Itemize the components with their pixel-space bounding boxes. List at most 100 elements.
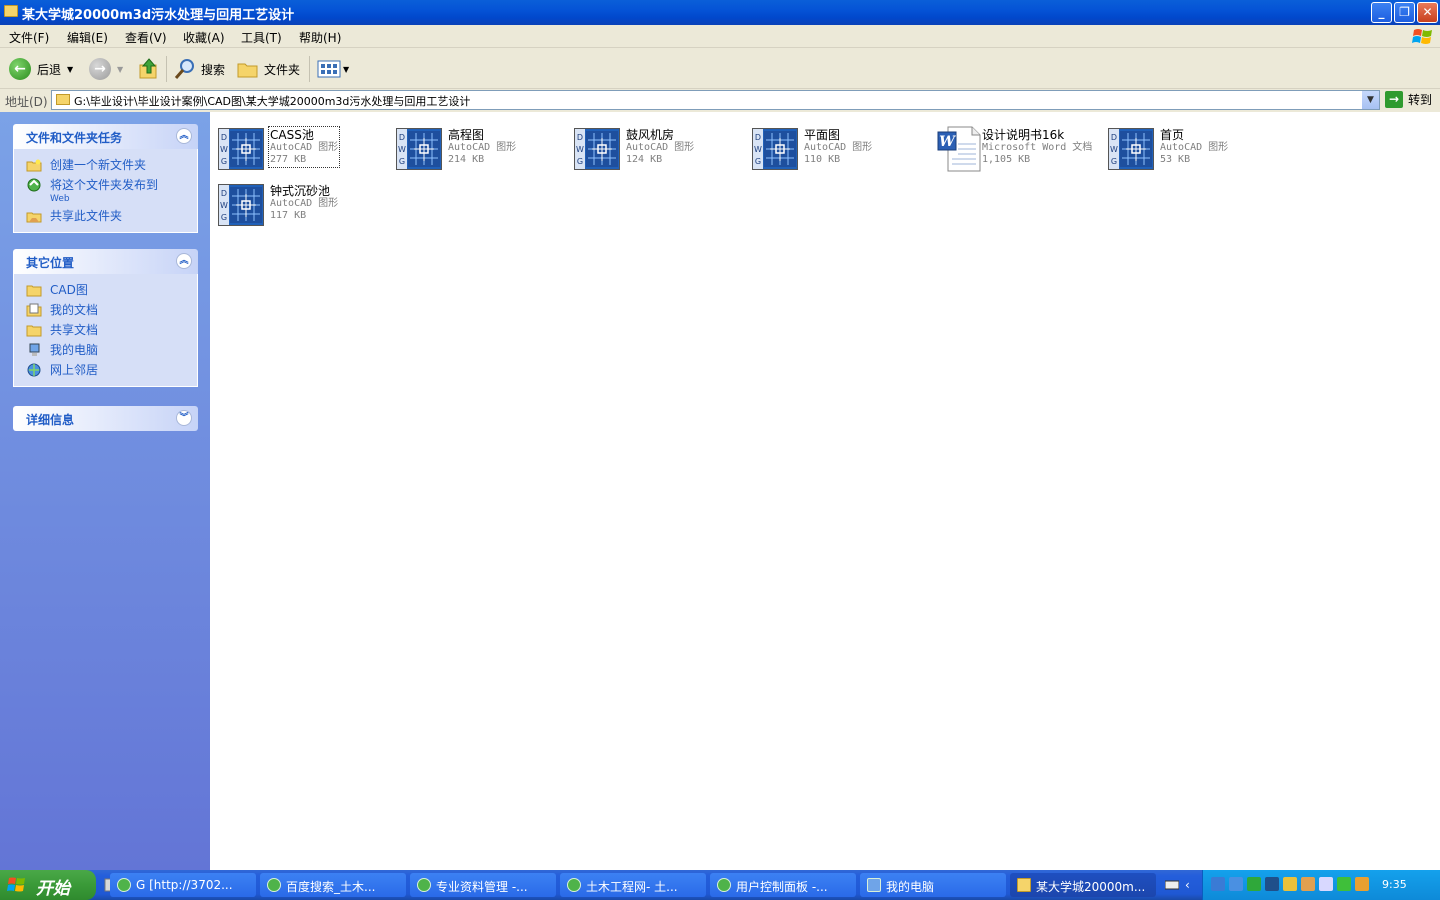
restore-button[interactable]: ❐ <box>1394 2 1415 23</box>
folder-icon <box>26 285 42 297</box>
views-dropdown-icon[interactable]: ▼ <box>343 65 349 74</box>
svg-text:W: W <box>398 145 406 154</box>
app-tray-icon[interactable] <box>1355 877 1369 891</box>
menu-file[interactable]: 文件(F) <box>9 29 49 46</box>
start-label: 开始 <box>36 879 70 899</box>
menu-view[interactable]: 查看(V) <box>125 29 167 46</box>
minimize-button[interactable]: _ <box>1371 2 1392 23</box>
collapse-icon[interactable]: ︽ <box>176 128 192 144</box>
address-input[interactable]: G:\毕业设计\毕业设计案例\CAD图\某大学城20000m3d污水处理与回用工… <box>51 90 1380 110</box>
file-name: 高程图 <box>448 128 485 142</box>
taskbar-item[interactable]: 专业资料管理 -... <box>410 873 556 897</box>
file-name: 首页 <box>1160 128 1185 142</box>
svg-text:G: G <box>755 157 761 166</box>
file-size: 117 KB <box>270 210 307 221</box>
back-button[interactable]: ← 后退 ▼ <box>9 56 73 82</box>
dwg-icon: DWG <box>396 128 442 170</box>
file-item[interactable]: D W G 钟式沉砂池 AutoCAD 图形 117 KB <box>214 176 384 226</box>
menu-favorites[interactable]: 收藏(A) <box>183 29 225 46</box>
svg-text:G: G <box>399 157 405 166</box>
place-label: 我的文档 <box>50 303 99 317</box>
views-button[interactable]: ▼ <box>317 56 349 82</box>
file-size: 124 KB <box>626 154 663 165</box>
svg-text:W: W <box>576 145 584 154</box>
place-cad-folder[interactable]: CAD图 <box>14 280 197 300</box>
svg-text:G: G <box>577 157 583 166</box>
windows-logo-icon <box>1412 29 1432 44</box>
taskbar-item-active[interactable]: 某大学城20000m... <box>1010 873 1156 897</box>
task-label: 将这个文件夹发布到 <box>50 178 159 192</box>
place-shared-documents[interactable]: 共享文档 <box>14 320 197 340</box>
file-item[interactable]: W 设计说明书16k Microsoft Word 文档 1,105 KB <box>926 120 1096 172</box>
address-bar: 地址(D) G:\毕业设计\毕业设计案例\CAD图\某大学城20000m3d污水… <box>0 89 1440 112</box>
task-publish-web[interactable]: 将这个文件夹发布到 Web <box>14 175 197 206</box>
views-icon <box>317 60 341 78</box>
security-tray-icon[interactable] <box>1337 877 1351 891</box>
file-item[interactable]: D W G 高程图 AutoCAD 图形 214 KB <box>392 120 562 170</box>
place-my-computer[interactable]: 我的电脑 <box>14 340 197 360</box>
svg-text:D: D <box>1111 133 1117 142</box>
address-dropdown-icon[interactable]: ▼ <box>1362 91 1379 109</box>
expand-icon[interactable]: ︾ <box>176 410 192 426</box>
word-doc-icon: W <box>936 126 982 172</box>
app-tray-icon[interactable] <box>1301 877 1315 891</box>
task-new-folder[interactable]: 创建一个新文件夹 <box>14 155 197 175</box>
place-label: 网上邻居 <box>50 363 99 377</box>
toolbar-separator <box>166 56 167 82</box>
up-folder-button[interactable] <box>137 56 161 82</box>
file-item[interactable]: D W G 首页 AutoCAD 图形 53 KB <box>1104 120 1274 170</box>
keyboard-icon[interactable] <box>1165 878 1179 892</box>
svg-text:W: W <box>220 201 228 210</box>
search-label: 搜索 <box>201 62 226 77</box>
display-tray-icon[interactable] <box>1265 877 1279 891</box>
go-button[interactable]: → 转到 <box>1385 91 1432 108</box>
file-size: 214 KB <box>448 154 485 165</box>
ie-icon <box>117 878 131 892</box>
folder-icon <box>4 5 18 17</box>
shield-tray-icon[interactable] <box>1247 877 1261 891</box>
file-item[interactable]: D W G 平面图 AutoCAD 图形 110 KB <box>748 120 918 170</box>
panel-header[interactable]: 详细信息 ︾ <box>13 406 198 431</box>
taskbar-item-label: 某大学城20000m... <box>1036 880 1146 894</box>
menu-bar: 文件(F) 编辑(E) 查看(V) 收藏(A) 工具(T) 帮助(H) <box>0 25 1440 48</box>
folders-button[interactable]: 文件夹 <box>236 56 300 82</box>
language-indicator-icon[interactable]: ‹ <box>1185 878 1199 892</box>
file-item[interactable]: D W G 鼓风机房 AutoCAD 图形 124 KB <box>570 120 740 170</box>
collapse-icon[interactable]: ︽ <box>176 253 192 269</box>
close-button[interactable]: ✕ <box>1417 2 1438 23</box>
file-item[interactable]: D W G CASS池 AutoCAD 图形 277 KB <box>214 120 384 170</box>
taskbar-item[interactable]: 土木工程网- 土... <box>560 873 706 897</box>
file-type: AutoCAD 图形 <box>1160 142 1229 153</box>
menu-edit[interactable]: 编辑(E) <box>67 29 108 46</box>
windows-logo-icon <box>7 877 25 892</box>
menu-help[interactable]: 帮助(H) <box>299 29 341 46</box>
monitor-tray-icon[interactable] <box>1229 877 1243 891</box>
start-button[interactable]: 开始 <box>0 870 96 900</box>
back-dropdown-icon[interactable]: ▼ <box>67 65 73 74</box>
taskbar-item[interactable]: G [http://3702... <box>110 873 256 897</box>
taskbar-item[interactable]: 百度搜索_土木... <box>260 873 406 897</box>
my-documents-icon <box>26 303 42 317</box>
file-type: AutoCAD 图形 <box>804 142 873 153</box>
place-label: 我的电脑 <box>50 343 99 357</box>
task-share-folder[interactable]: 共享此文件夹 <box>14 206 197 226</box>
folders-icon <box>237 63 258 78</box>
panel-header[interactable]: 其它位置 ︽ <box>13 249 198 274</box>
network-tray-icon[interactable] <box>1211 877 1225 891</box>
taskbar-item[interactable]: 用户控制面板 -... <box>710 873 856 897</box>
place-my-documents[interactable]: 我的文档 <box>14 300 197 320</box>
title-bar: 某大学城20000m3d污水处理与回用工艺设计 _ ❐ ✕ <box>0 0 1440 25</box>
forward-dropdown-icon[interactable]: ▼ <box>117 65 123 74</box>
svg-text:D: D <box>577 133 583 142</box>
search-button[interactable]: 搜索 <box>173 56 225 82</box>
go-arrow-icon: → <box>1385 91 1403 108</box>
app-tray-icon[interactable] <box>1319 877 1333 891</box>
app-tray-icon[interactable] <box>1283 877 1297 891</box>
forward-button[interactable]: → ▼ <box>89 56 123 82</box>
taskbar-item[interactable]: 我的电脑 <box>860 873 1006 897</box>
taskbar-item-label: 百度搜索_土木... <box>286 880 376 894</box>
menu-tools[interactable]: 工具(T) <box>241 29 282 46</box>
file-size: 1,105 KB <box>982 154 1031 165</box>
panel-header[interactable]: 文件和文件夹任务 ︽ <box>13 124 198 149</box>
place-network[interactable]: 网上邻居 <box>14 360 197 380</box>
